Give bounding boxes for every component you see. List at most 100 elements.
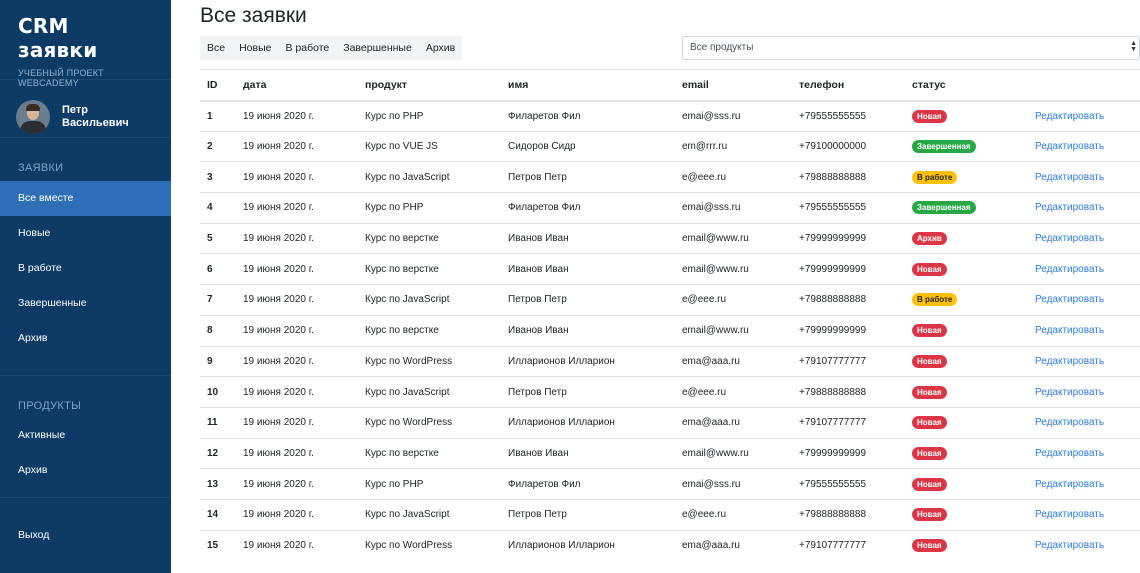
cell-product: Курс по JavaScript bbox=[358, 376, 501, 408]
cell-name: Сидоров Сидр bbox=[501, 130, 675, 162]
sidebar-item-active-products[interactable]: Активные bbox=[0, 418, 171, 453]
select-arrows-icon: ▲ ▼ bbox=[1130, 40, 1137, 53]
filter-new-button[interactable]: Новые bbox=[232, 36, 278, 60]
cell-id: 4 bbox=[200, 192, 236, 224]
status-badge: Новая bbox=[912, 416, 947, 430]
cell-product: Курс по WordPress bbox=[358, 406, 501, 439]
filter-all-button[interactable]: Все bbox=[200, 36, 232, 60]
cell-product: Курс по верстке bbox=[358, 222, 501, 254]
cell-status: Новая bbox=[905, 100, 1028, 132]
filter-archive-button[interactable]: Архив bbox=[419, 36, 462, 60]
cell-date: 19 июня 2020 г. bbox=[236, 376, 358, 408]
filter-in-progress-button[interactable]: В работе bbox=[278, 36, 336, 60]
cell-id: 14 bbox=[200, 498, 236, 531]
table-row: 12 19 июня 2020 г. Курс по верстке Иванов И… bbox=[200, 437, 1140, 469]
cell-status: Новая bbox=[905, 253, 1028, 285]
edit-link[interactable]: Редактировать bbox=[1028, 284, 1140, 316]
logout-link[interactable]: Выход bbox=[0, 518, 171, 553]
cell-name: Илларионов Илларион bbox=[501, 529, 675, 561]
cell-email: e@eee.ru bbox=[675, 498, 792, 531]
requests-table: ID дата продукт имя email телефон статус… bbox=[200, 69, 1140, 561]
cell-status: Новая bbox=[905, 437, 1028, 469]
cell-id: 11 bbox=[200, 406, 236, 439]
cell-phone: +79999999999 bbox=[792, 314, 905, 346]
cell-name: Иванов Иван bbox=[501, 253, 675, 285]
status-badge: В работе bbox=[912, 293, 958, 307]
sidebar-item-archive[interactable]: Архив bbox=[0, 321, 171, 356]
sidebar-item-products-archive[interactable]: Архив bbox=[0, 453, 171, 488]
header-actions bbox=[1028, 69, 1140, 102]
edit-link[interactable]: Редактировать bbox=[1028, 100, 1140, 132]
sidebar-item-new[interactable]: Новые bbox=[0, 216, 171, 251]
edit-link[interactable]: Редактировать bbox=[1028, 161, 1140, 193]
cell-product: Курс по JavaScript bbox=[358, 161, 501, 193]
cell-phone: +79999999999 bbox=[792, 253, 905, 285]
edit-link[interactable]: Редактировать bbox=[1028, 468, 1140, 500]
cell-name: Филаретов Фил bbox=[501, 192, 675, 224]
cell-name: Иванов Иван bbox=[501, 222, 675, 254]
cell-product: Курс по верстке bbox=[358, 314, 501, 346]
table-row: 7 19 июня 2020 г. Курс по JavaScript Петров… bbox=[200, 284, 1140, 316]
cell-date: 19 июня 2020 г. bbox=[236, 529, 358, 561]
status-badge: Новая bbox=[912, 262, 947, 276]
cell-email: email@www.ru bbox=[675, 253, 792, 285]
cell-email: emai@sss.ru bbox=[675, 468, 792, 500]
user-first-name: Петр bbox=[62, 103, 88, 116]
table-row: 14 19 июня 2020 г. Курс по JavaScript Петро… bbox=[200, 498, 1140, 531]
cell-email: email@www.ru bbox=[675, 222, 792, 254]
cell-name: Илларионов Илларион bbox=[501, 406, 675, 439]
cell-status: Архив bbox=[905, 222, 1028, 254]
status-badge: Новая bbox=[912, 324, 947, 338]
table-row: 3 19 июня 2020 г. Курс по JavaScript Петров… bbox=[200, 161, 1140, 193]
cell-product: Курс по VUE JS bbox=[358, 130, 501, 162]
cell-date: 19 июня 2020 г. bbox=[236, 498, 358, 531]
edit-link[interactable]: Редактировать bbox=[1028, 345, 1140, 377]
edit-link[interactable]: Редактировать bbox=[1028, 222, 1140, 254]
cell-product: Курс по верстке bbox=[358, 437, 501, 469]
cell-status: Новая bbox=[905, 468, 1028, 500]
user-panel: Петр Васильевич bbox=[0, 80, 171, 138]
cell-id: 13 bbox=[200, 468, 236, 500]
sidebar-item-all[interactable]: Все вместе bbox=[0, 181, 171, 216]
product-select-value: Все продукты bbox=[690, 42, 754, 53]
cell-date: 19 июня 2020 г. bbox=[236, 222, 358, 254]
header-name: имя bbox=[501, 69, 675, 102]
header-date: дата bbox=[236, 69, 358, 102]
table-row: 6 19 июня 2020 г. Курс по верстке Иванов Ив… bbox=[200, 253, 1140, 285]
table-row: 8 19 июня 2020 г. Курс по верстке Иванов Ив… bbox=[200, 314, 1140, 346]
cell-phone: +79888888888 bbox=[792, 498, 905, 531]
edit-link[interactable]: Редактировать bbox=[1028, 130, 1140, 162]
cell-date: 19 июня 2020 г. bbox=[236, 161, 358, 193]
brand-title: CRM заявки bbox=[18, 14, 98, 62]
sidebar-item-completed[interactable]: Завершенные bbox=[0, 286, 171, 321]
cell-status: Завершенная bbox=[905, 130, 1028, 162]
cell-email: email@www.ru bbox=[675, 314, 792, 346]
cell-name: Петров Петр bbox=[501, 161, 675, 193]
table-row: 11 19 июня 2020 г. Курс по WordPress Иллари… bbox=[200, 406, 1140, 439]
sidebar: CRM заявки УЧЕБНЫЙ ПРОЕКТ WEBCADEMY Петр… bbox=[0, 0, 171, 573]
status-badge: Новая bbox=[912, 354, 947, 368]
filter-completed-button[interactable]: Завершенные bbox=[336, 36, 419, 60]
status-badge: Новая bbox=[912, 539, 947, 553]
header-status: статус bbox=[905, 69, 1028, 102]
edit-link[interactable]: Редактировать bbox=[1028, 376, 1140, 408]
cell-email: emai@sss.ru bbox=[675, 100, 792, 132]
edit-link[interactable]: Редактировать bbox=[1028, 498, 1140, 531]
product-select[interactable]: Все продукты ▲ ▼ bbox=[682, 36, 1140, 60]
status-badge: В работе bbox=[912, 170, 958, 184]
cell-name: Иванов Иван bbox=[501, 437, 675, 469]
cell-email: em@rrr.ru bbox=[675, 130, 792, 162]
page-title: Все заявки bbox=[200, 4, 307, 27]
cell-name: Иванов Иван bbox=[501, 314, 675, 346]
edit-link[interactable]: Редактировать bbox=[1028, 192, 1140, 224]
cell-id: 2 bbox=[200, 130, 236, 162]
status-badge: Новая bbox=[912, 109, 947, 123]
cell-id: 1 bbox=[200, 100, 236, 132]
edit-link[interactable]: Редактировать bbox=[1028, 314, 1140, 346]
edit-link[interactable]: Редактировать bbox=[1028, 406, 1140, 439]
sidebar-item-in-progress[interactable]: В работе bbox=[0, 251, 171, 286]
cell-phone: +79100000000 bbox=[792, 130, 905, 162]
edit-link[interactable]: Редактировать bbox=[1028, 437, 1140, 469]
edit-link[interactable]: Редактировать bbox=[1028, 529, 1140, 561]
edit-link[interactable]: Редактировать bbox=[1028, 253, 1140, 285]
